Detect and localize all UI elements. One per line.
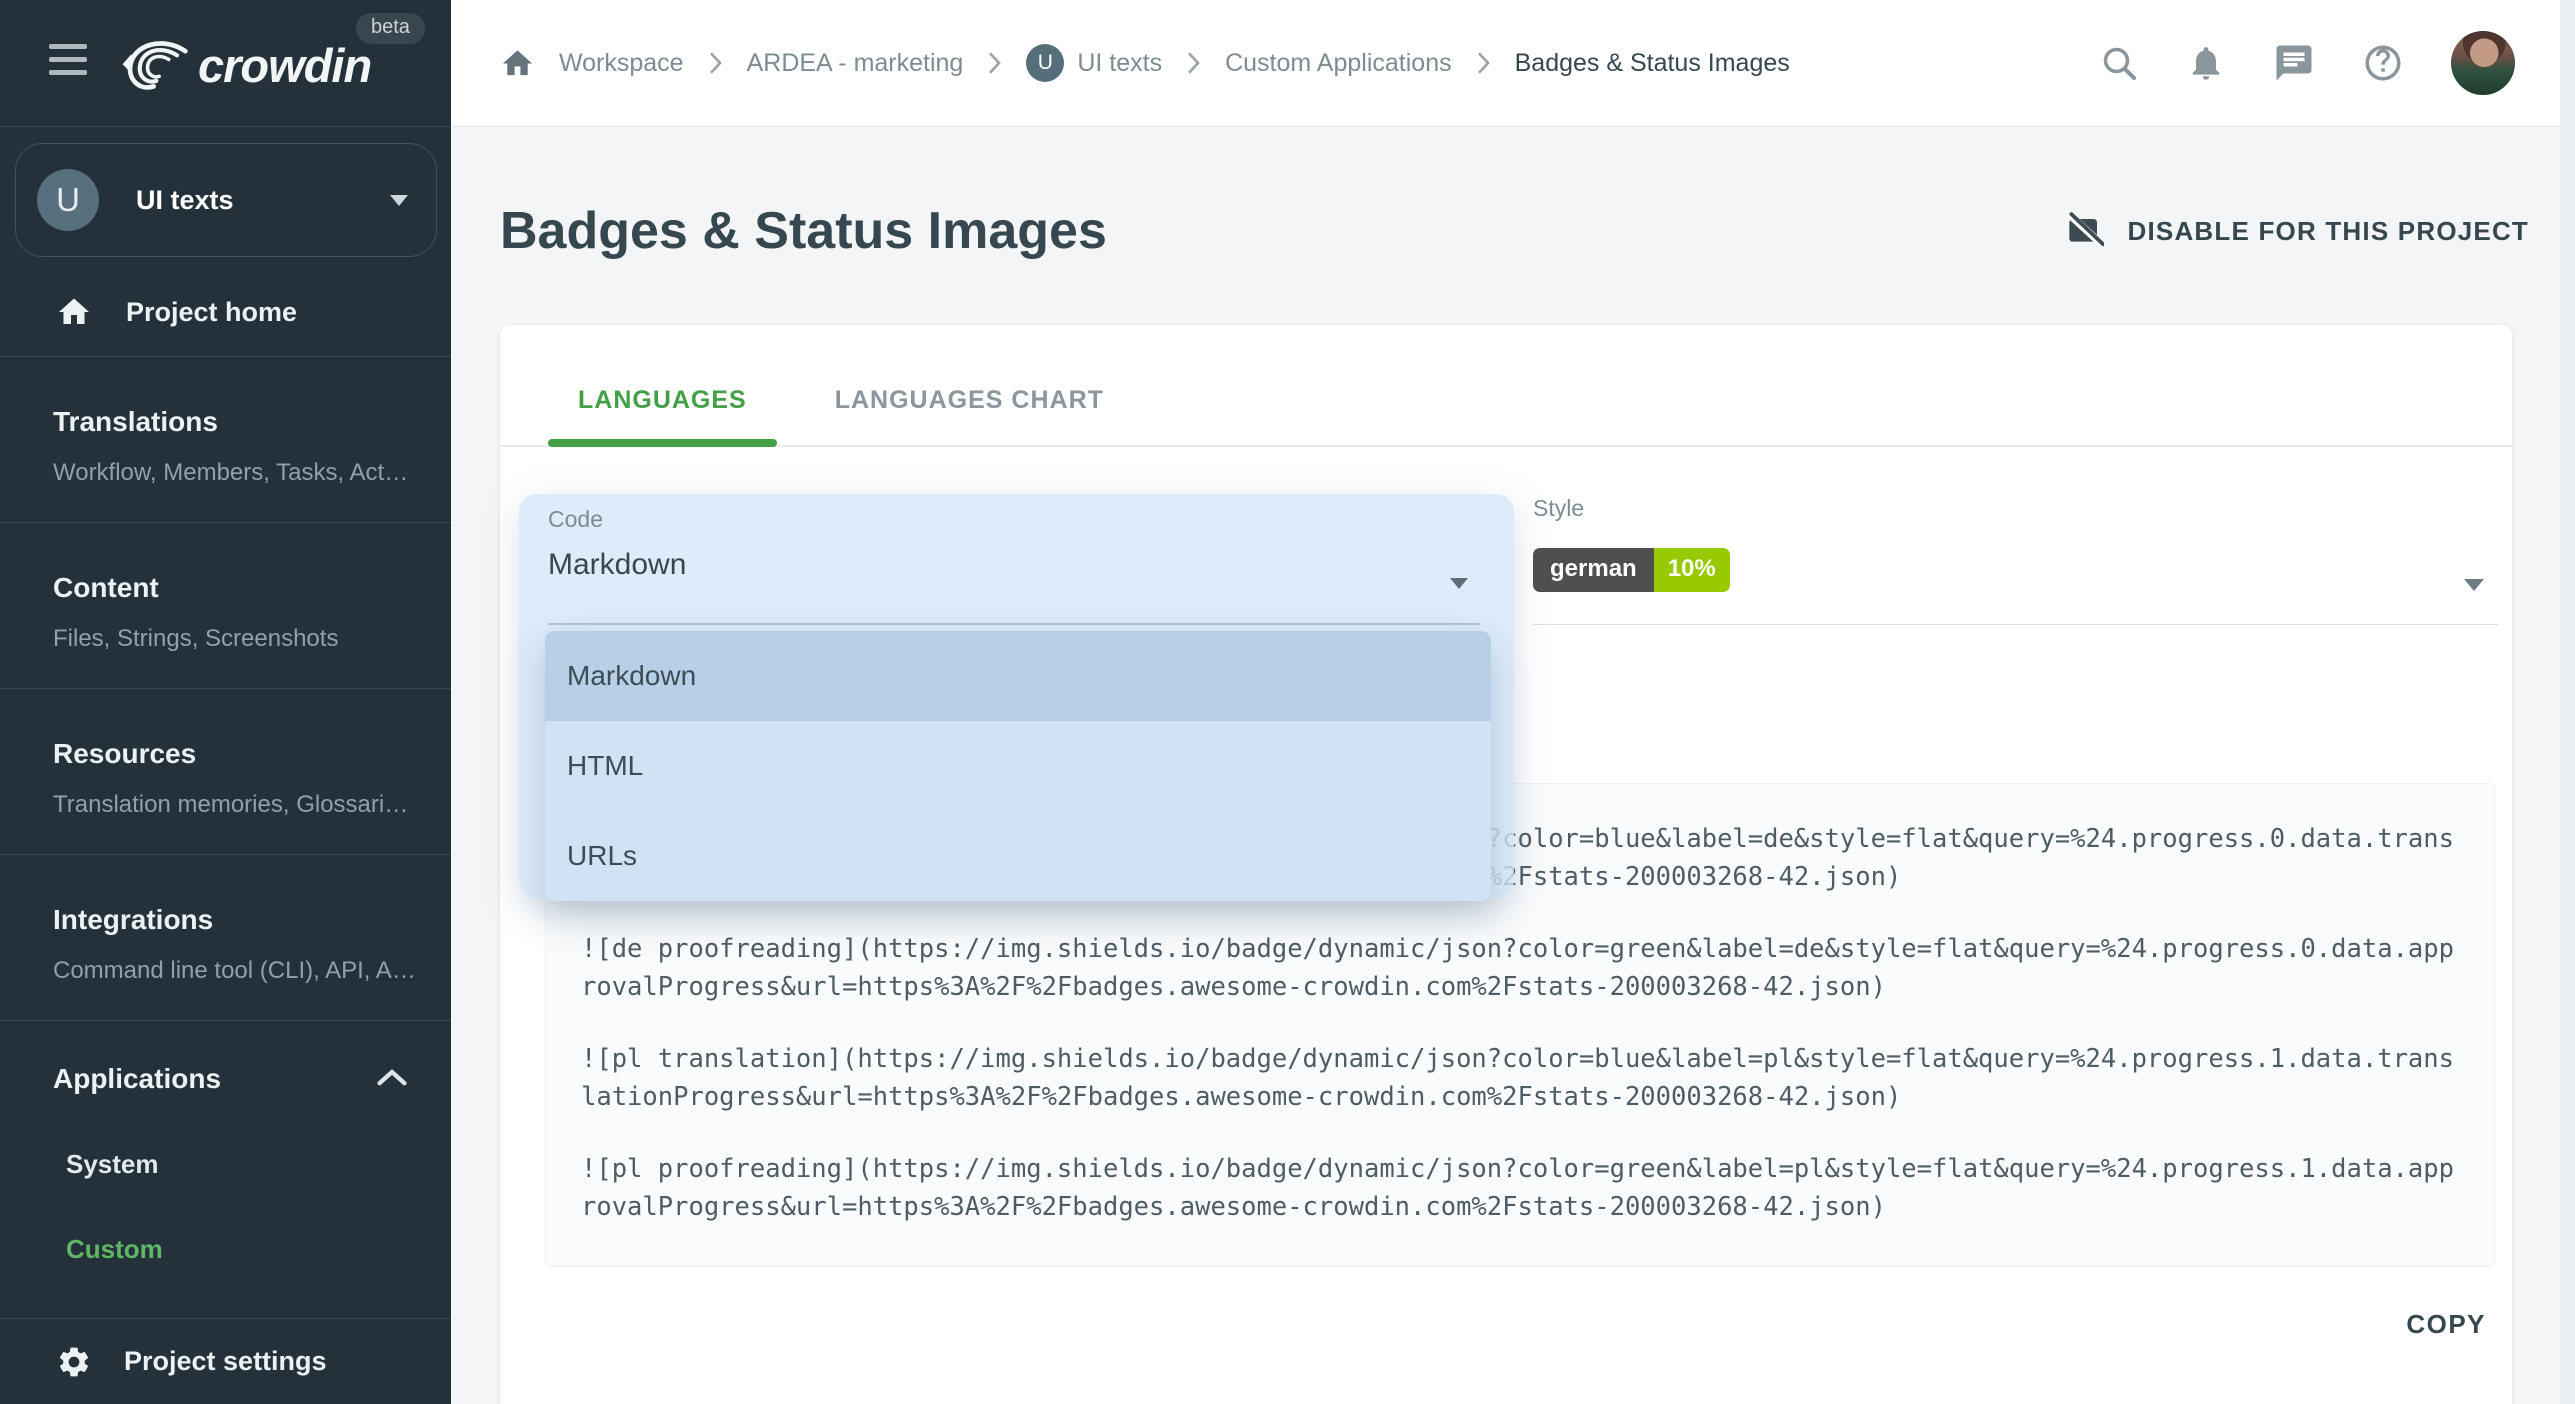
- search-icon[interactable]: [2099, 43, 2139, 83]
- messages-chat-icon[interactable]: [2273, 42, 2315, 84]
- section-title: Resources: [53, 739, 421, 769]
- style-badge-preview: german 10%: [1533, 548, 1730, 592]
- sidebar-item-resources[interactable]: Resources Translation memories, Glossari…: [0, 689, 451, 854]
- disable-for-project-button[interactable]: DISABLE FOR THIS PROJECT: [2064, 211, 2530, 251]
- hamburger-menu-icon[interactable]: [49, 44, 87, 83]
- sidebar-item-label: Project settings: [124, 1346, 327, 1377]
- chevron-right-icon: [1186, 51, 1201, 75]
- code-line: ![de proofreading](https://img.shields.i…: [581, 930, 2459, 1006]
- gear-icon: [56, 1344, 92, 1380]
- breadcrumb-item-ui-texts[interactable]: U UI texts: [1026, 44, 1162, 82]
- style-select[interactable]: Style german 10%: [1533, 495, 2498, 625]
- chevron-right-icon: [708, 51, 723, 75]
- project-selector[interactable]: U UI texts: [15, 143, 437, 257]
- top-bar: Workspace ARDEA - marketing U UI texts C…: [451, 0, 2575, 127]
- chevron-down-icon[interactable]: [2464, 579, 2484, 591]
- sidebar-item-custom[interactable]: Custom: [66, 1234, 451, 1265]
- code-line: ![pl translation](https://img.shields.io…: [581, 1040, 2459, 1116]
- breadcrumb-label: UI texts: [1077, 49, 1162, 78]
- section-title: Integrations: [53, 905, 421, 935]
- sidebar-group-applications: Applications System Custom: [0, 1021, 451, 1318]
- code-select-label: Code: [548, 506, 603, 533]
- crowdin-logo-text: crowdin: [198, 38, 371, 93]
- scrollbar[interactable]: [2560, 0, 2575, 1404]
- sidebar-item-content[interactable]: Content Files, Strings, Screenshots: [0, 523, 451, 688]
- breadcrumb-item-project[interactable]: ARDEA - marketing: [747, 49, 964, 78]
- code-select-value: Markdown: [548, 548, 686, 582]
- dropdown-option-markdown[interactable]: Markdown: [545, 631, 1491, 721]
- sidebar-item-system[interactable]: System: [66, 1149, 451, 1180]
- badge-language-label: german: [1533, 548, 1654, 592]
- sidebar-item-project-home[interactable]: Project home: [0, 268, 451, 356]
- breadcrumb: Workspace ARDEA - marketing U UI texts C…: [500, 44, 1790, 82]
- beta-badge: beta: [356, 13, 425, 44]
- chevron-up-icon[interactable]: [377, 1067, 407, 1087]
- badge-progress-value: 10%: [1654, 548, 1730, 592]
- project-avatar-initial: U: [56, 181, 80, 219]
- tab-languages-chart[interactable]: LANGUAGES CHART: [805, 386, 1134, 445]
- disable-button-label: DISABLE FOR THIS PROJECT: [2128, 216, 2530, 247]
- main-content: Badges & Status Images DISABLE FOR THIS …: [451, 127, 2575, 1404]
- chevron-right-icon: [987, 51, 1002, 75]
- sidebar-item-project-settings[interactable]: Project settings: [0, 1318, 451, 1404]
- section-title: Content: [53, 573, 421, 603]
- breadcrumb-item-custom-applications[interactable]: Custom Applications: [1225, 49, 1452, 78]
- code-select-dropdown: Markdown HTML URLs: [545, 631, 1491, 901]
- chevron-down-icon: [390, 195, 408, 206]
- section-title: Translations: [53, 407, 421, 437]
- project-avatar: U: [37, 169, 99, 231]
- breadcrumb-item-workspace[interactable]: Workspace: [559, 49, 684, 78]
- code-line: ![pl proofreading](https://img.shields.i…: [581, 1150, 2459, 1226]
- copy-button[interactable]: COPY: [2406, 1309, 2486, 1340]
- image-disabled-icon: [2064, 211, 2104, 251]
- section-subtitle: Translation memories, Glossari…: [53, 791, 421, 819]
- project-name: UI texts: [136, 185, 390, 216]
- breadcrumb-item-current-page: Badges & Status Images: [1515, 49, 1790, 78]
- dropdown-option-urls[interactable]: URLs: [545, 811, 1491, 901]
- help-icon[interactable]: [2362, 42, 2404, 84]
- sidebar-item-translations[interactable]: Translations Workflow, Members, Tasks, A…: [0, 357, 451, 522]
- chevron-down-icon[interactable]: [1450, 578, 1468, 589]
- sidebar-item-label: Project home: [126, 297, 297, 328]
- section-subtitle: Files, Strings, Screenshots: [53, 625, 421, 653]
- style-select-label: Style: [1533, 495, 2498, 522]
- tab-languages[interactable]: LANGUAGES: [548, 386, 777, 445]
- page-title: Badges & Status Images: [500, 201, 1107, 261]
- sidebar-item-integrations[interactable]: Integrations Command line tool (CLI), AP…: [0, 855, 451, 1020]
- crowdin-logo-mark: [120, 36, 190, 94]
- home-icon: [56, 294, 92, 330]
- section-subtitle: Workflow, Members, Tasks, Act…: [53, 459, 421, 487]
- section-subtitle: Command line tool (CLI), API, A…: [53, 957, 421, 985]
- notifications-bell-icon[interactable]: [2186, 43, 2226, 83]
- chevron-right-icon: [1476, 51, 1491, 75]
- home-icon[interactable]: [500, 46, 535, 81]
- sidebar: U UI texts Project home Translations Wor…: [0, 0, 451, 1404]
- avatar: U: [1026, 44, 1064, 82]
- top-bar-actions: [2099, 31, 2515, 95]
- select-underline: [548, 623, 1480, 625]
- crowdin-logo[interactable]: crowdin: [120, 36, 371, 94]
- user-avatar[interactable]: [2451, 31, 2515, 95]
- badges-card: LANGUAGES LANGUAGES CHART Style german 1…: [500, 325, 2512, 1404]
- dropdown-option-html[interactable]: HTML: [545, 721, 1491, 811]
- sidebar-divider: [0, 126, 451, 127]
- tabs: LANGUAGES LANGUAGES CHART: [500, 325, 2512, 447]
- page-header: Badges & Status Images DISABLE FOR THIS …: [500, 201, 2529, 261]
